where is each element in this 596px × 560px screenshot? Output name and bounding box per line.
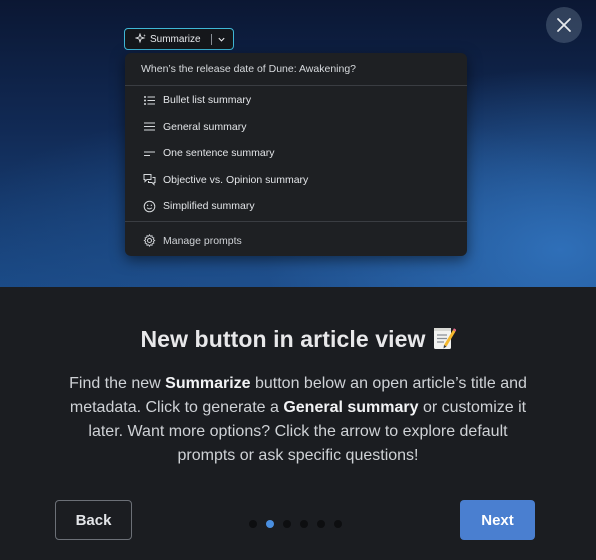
menu-item-label: General summary (163, 120, 247, 133)
chevron-down-icon (217, 37, 225, 42)
next-button[interactable]: Next (460, 500, 535, 540)
pagination-dots (249, 520, 342, 528)
memo-emoji-icon (433, 328, 456, 349)
page-dot-2-active[interactable] (266, 520, 274, 528)
speech-bubbles-icon (143, 174, 156, 186)
desc-bold-general-summary: General summary (283, 399, 419, 416)
preview-image: Summarize When’s the release date of Dun… (0, 0, 596, 287)
page-dot-1[interactable] (249, 520, 257, 528)
sparkle-icon (135, 33, 146, 44)
back-button[interactable]: Back (55, 500, 132, 540)
manage-prompts-label: Manage prompts (163, 234, 242, 247)
dialog-body: New button in article view Find the new … (0, 287, 596, 560)
close-button[interactable] (546, 7, 582, 43)
dialog-title-text: New button in article view (140, 326, 426, 352)
dialog-title: New button in article view (0, 325, 596, 353)
page-dot-5[interactable] (317, 520, 325, 528)
lines-icon (144, 122, 155, 131)
page-dot-3[interactable] (283, 520, 291, 528)
gear-icon (143, 234, 156, 247)
menu-item-label: One sentence summary (163, 147, 275, 160)
dialog-description: Find the new Summarize button below an o… (60, 372, 536, 468)
question-field: When’s the release date of Dune: Awakeni… (125, 53, 467, 86)
summarize-button-label: Summarize (150, 33, 201, 45)
summary-dropdown: When’s the release date of Dune: Awakeni… (125, 53, 467, 256)
page-dot-6[interactable] (334, 520, 342, 528)
menu-divider (125, 220, 467, 222)
menu-item-general: General summary (125, 114, 467, 141)
menu-item-label: Simplified summary (163, 200, 255, 213)
menu-item-label: Objective vs. Opinion summary (163, 173, 309, 186)
menu-item-objective-opinion: Objective vs. Opinion summary (125, 167, 467, 194)
desc-text: Find the new (69, 375, 166, 392)
smiley-icon (143, 200, 156, 213)
bullet-list-icon (144, 95, 155, 105)
manage-prompts-item: Manage prompts (125, 223, 467, 259)
summarize-button: Summarize (124, 28, 234, 50)
menu-item-one-sentence: One sentence summary (125, 140, 467, 167)
close-icon (557, 18, 571, 32)
menu-item-bullet-list: Bullet list summary (125, 87, 467, 114)
menu-item-label: Bullet list summary (163, 94, 252, 107)
short-lines-icon (144, 151, 155, 156)
desc-bold-summarize: Summarize (165, 375, 251, 392)
page-dot-4[interactable] (300, 520, 308, 528)
menu-item-simplified: Simplified summary (125, 193, 467, 220)
button-divider (210, 33, 212, 45)
